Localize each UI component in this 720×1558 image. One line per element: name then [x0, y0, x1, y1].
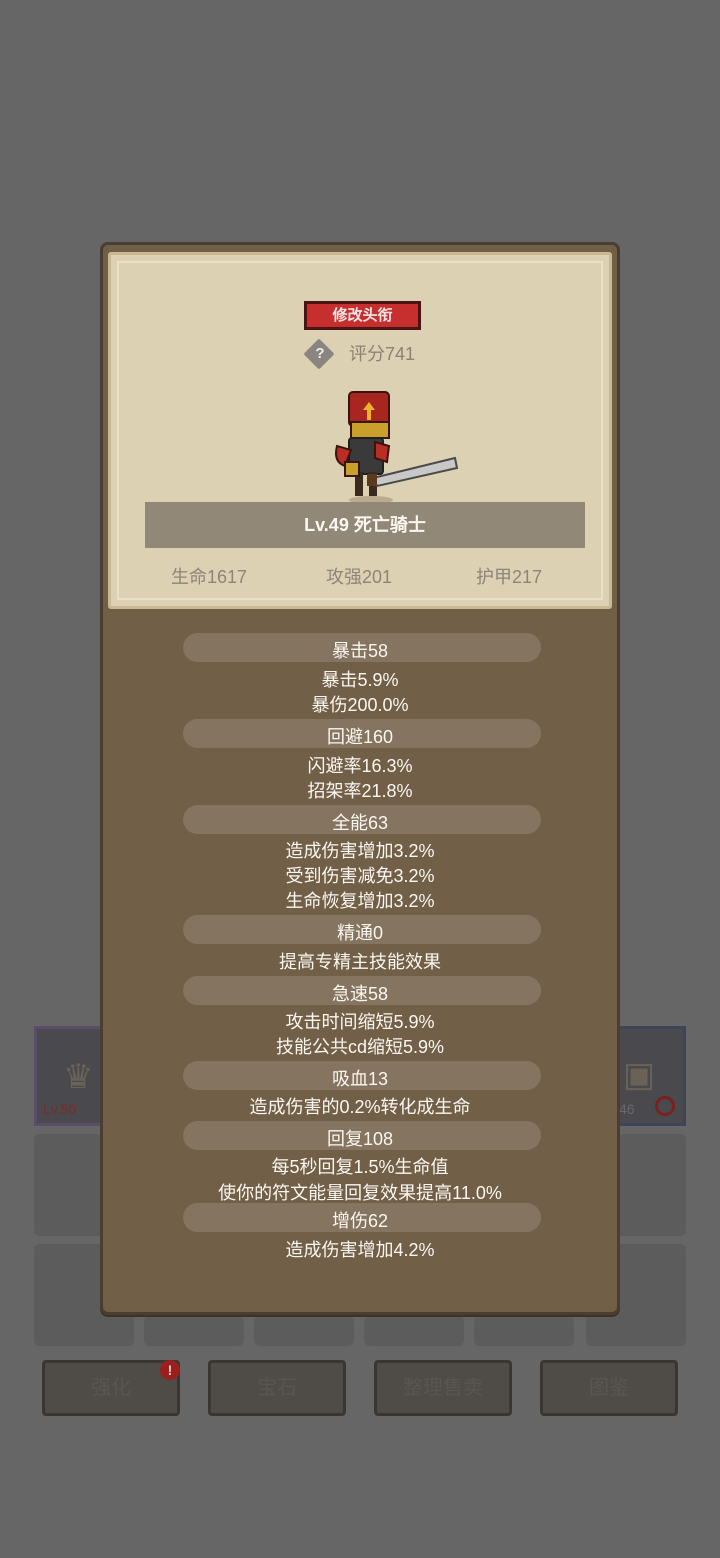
- armor-icon: ▣: [623, 1056, 656, 1094]
- score-label: 评分741: [349, 344, 416, 364]
- hero-name: Lv.49 死亡骑士: [304, 515, 426, 535]
- stat-line: 技能公共cd缩短5.9%: [275, 1037, 445, 1057]
- stat-line: 受到伤害减免3.2%: [285, 866, 435, 886]
- stat-line: 提高专精主技能效果: [279, 952, 441, 972]
- edit-title-button[interactable]: 修改头衔: [304, 301, 421, 330]
- hero-details-modal: 修改头衔 ? 评分741 Lv.49 死亡骑士 生命1617 攻强201 护甲2…: [100, 242, 620, 1315]
- notification-badge: !: [160, 1360, 180, 1380]
- slot-level: 46: [619, 1101, 635, 1117]
- stat-line: 招架率21.8%: [307, 781, 413, 801]
- stat-line: 生命恢复增加3.2%: [285, 891, 435, 911]
- section-header-text: 暴击58: [331, 641, 389, 661]
- help-mark: ?: [315, 345, 325, 362]
- section-header-text: 吸血13: [331, 1069, 389, 1089]
- section-header-text: 回复108: [326, 1129, 394, 1149]
- section-header-text: 精通0: [336, 923, 383, 943]
- stat-line: 使你的符文能量回复效果提高11.0%: [218, 1183, 502, 1203]
- stat-line: 暴击5.9%: [321, 670, 399, 690]
- stat-armor: 护甲217: [476, 567, 543, 587]
- stat-line: 每5秒回复1.5%生命值: [271, 1157, 449, 1177]
- parchment-panel: 修改头衔 ? 评分741 Lv.49 死亡骑士 生命1617 攻强201 护甲2…: [108, 252, 612, 609]
- crown-icon: ♛: [63, 1058, 94, 1096]
- section-header-text: 急速58: [331, 984, 389, 1004]
- inventory-slot[interactable]: [364, 1316, 464, 1346]
- slot-level: Lv.50: [43, 1101, 77, 1117]
- stat-line: 造成伤害增加4.2%: [285, 1240, 435, 1260]
- stat-line: 造成伤害增加3.2%: [285, 841, 435, 861]
- stat-line: 造成伤害的0.2%转化成生命: [249, 1097, 471, 1117]
- forbid-icon: [655, 1096, 675, 1116]
- inventory-slot[interactable]: [254, 1316, 354, 1346]
- section-header-text: 回避160: [326, 727, 394, 747]
- codex-button[interactable]: 图鉴: [540, 1360, 678, 1416]
- stat-line: 暴伤200.0%: [311, 695, 409, 715]
- gem-button[interactable]: 宝石: [208, 1360, 346, 1416]
- section-header-text: 增伤62: [331, 1211, 389, 1231]
- inventory-slot[interactable]: [474, 1316, 574, 1346]
- inventory-slot[interactable]: [144, 1316, 244, 1346]
- stat-attack: 攻强201: [326, 567, 393, 587]
- stat-health: 生命1617: [171, 567, 248, 587]
- section-header-text: 全能63: [331, 813, 389, 833]
- hero-name-bar: Lv.49 死亡骑士: [145, 502, 585, 548]
- stat-line: 攻击时间缩短5.9%: [285, 1012, 435, 1032]
- hero-portrait: [335, 391, 459, 504]
- stat-line: 闪避率16.3%: [307, 756, 413, 776]
- sort-sell-button[interactable]: 整理售卖: [374, 1360, 512, 1416]
